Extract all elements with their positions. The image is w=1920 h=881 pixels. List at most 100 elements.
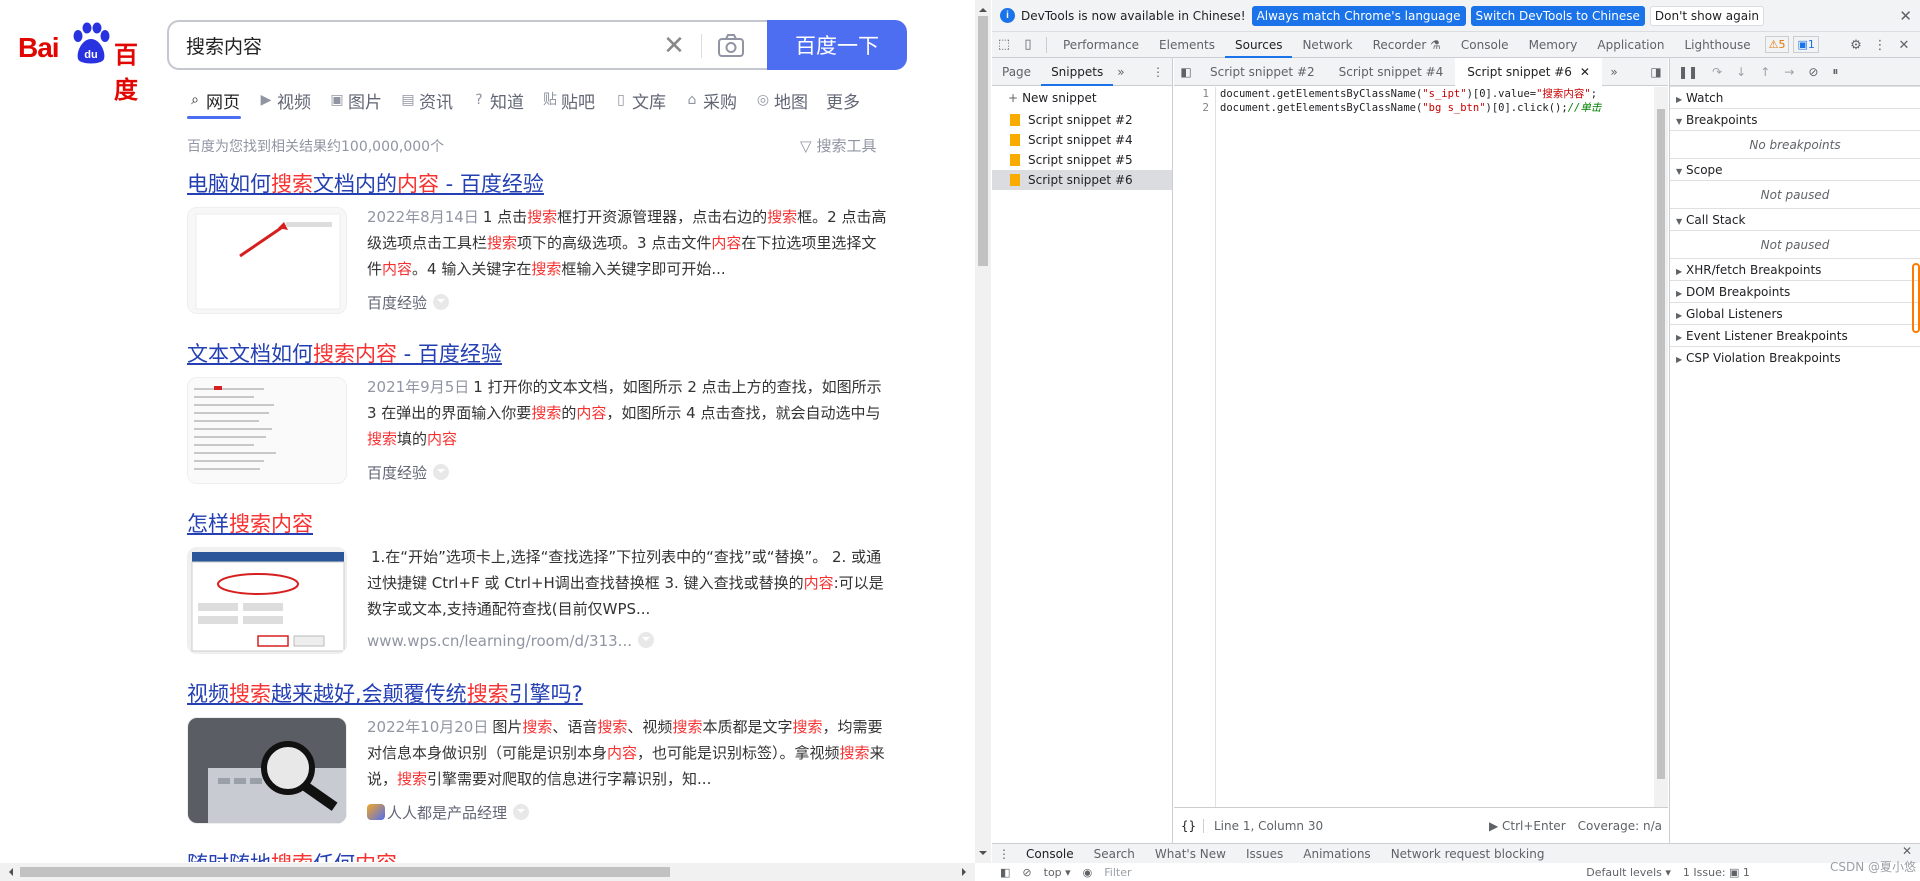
- scroll-right-icon[interactable]: [962, 868, 970, 876]
- editor-tab[interactable]: Script snippet #2: [1198, 58, 1327, 86]
- tab-lighthouse[interactable]: Lighthouse: [1674, 32, 1760, 58]
- eye-icon[interactable]: ◉: [1083, 866, 1093, 879]
- step-icon[interactable]: →: [1784, 65, 1794, 79]
- match-language-button[interactable]: Always match Chrome's language: [1251, 5, 1466, 26]
- close-icon[interactable]: ✕: [1899, 7, 1912, 25]
- tab-snippets[interactable]: Snippets: [1041, 58, 1114, 86]
- kebab-menu-icon[interactable]: ⋮: [1152, 65, 1164, 79]
- console-filter-input[interactable]: Filter: [1104, 866, 1574, 879]
- section-scope[interactable]: ▼ Scope: [1670, 158, 1920, 180]
- tab-recorder[interactable]: Recorder ⚗: [1363, 32, 1451, 58]
- search-input[interactable]: [186, 32, 626, 58]
- snippet-item[interactable]: Script snippet #6: [992, 170, 1172, 190]
- switch-chinese-button[interactable]: Switch DevTools to Chinese: [1470, 5, 1645, 26]
- tab-sources[interactable]: Sources: [1224, 32, 1293, 58]
- sidebar-scrollbar[interactable]: [1912, 263, 1920, 333]
- section-call-stack[interactable]: ▼ Call Stack: [1670, 208, 1920, 230]
- issues-badge[interactable]: ▣1: [1793, 36, 1819, 53]
- step-over-icon[interactable]: ↷: [1712, 65, 1722, 79]
- scrollbar-thumb[interactable]: [1657, 109, 1665, 779]
- baidu-logo[interactable]: Bai du 百度: [18, 22, 148, 104]
- section-csp-violation-breakpoints[interactable]: ▶ CSP Violation Breakpoints: [1670, 346, 1920, 368]
- clear-icon[interactable]: ✕: [660, 32, 688, 60]
- log-levels-select[interactable]: Default levels ▾: [1586, 866, 1671, 879]
- tab-page[interactable]: Page: [992, 58, 1041, 86]
- section-global-listeners[interactable]: ▶ Global Listeners: [1670, 302, 1920, 324]
- result-title[interactable]: 视频搜索越来越好,会颠覆传统搜索引擎吗?: [187, 678, 887, 708]
- result-source[interactable]: 百度经验: [367, 292, 450, 313]
- result-thumbnail[interactable]: [187, 377, 347, 484]
- search-button[interactable]: 百度一下: [767, 20, 907, 70]
- section-dom-breakpoints[interactable]: ▶ DOM Breakpoints: [1670, 280, 1920, 302]
- code-line[interactable]: document.getElementsByClassName("bg s_bt…: [1220, 101, 1601, 115]
- more-tabs-icon[interactable]: »: [1117, 65, 1124, 79]
- result-thumbnail[interactable]: [187, 207, 347, 314]
- gear-icon[interactable]: ⚙: [1844, 33, 1868, 57]
- editor-tab[interactable]: Script snippet #4: [1327, 58, 1456, 86]
- chevron-down-icon[interactable]: [638, 632, 654, 648]
- page-vertical-scrollbar[interactable]: [975, 0, 991, 863]
- tab-4[interactable]: ? 知道: [471, 86, 524, 114]
- section-event-listener-breakpoints[interactable]: ▶ Event Listener Breakpoints: [1670, 324, 1920, 346]
- chevron-down-icon[interactable]: [433, 294, 450, 310]
- result-title[interactable]: 文本文档如何搜索内容 - 百度经验: [187, 338, 887, 368]
- code-area[interactable]: 1 2 document.getElementsByClassName("s_i…: [1174, 87, 1668, 807]
- toggle-debugger-icon[interactable]: ◨: [1644, 65, 1668, 79]
- tab-6[interactable]: ▯ 文库: [613, 86, 666, 114]
- result-title-partial[interactable]: 随时随地搜索任何内容: [187, 848, 397, 862]
- toggle-navigator-icon[interactable]: ◧: [1174, 65, 1198, 79]
- snippet-item[interactable]: Script snippet #4: [992, 130, 1172, 150]
- warnings-badge[interactable]: ⚠5: [1764, 36, 1790, 53]
- issues-link[interactable]: 1 Issue: ▣ 1: [1683, 866, 1750, 879]
- tab-network[interactable]: Network: [1292, 32, 1362, 58]
- tab-application[interactable]: Application: [1587, 32, 1674, 58]
- snippet-item[interactable]: Script snippet #5: [992, 150, 1172, 170]
- tab-2[interactable]: ▣ 图片: [329, 86, 382, 114]
- sidebar-toggle-icon[interactable]: ◧: [1000, 866, 1010, 879]
- scroll-left-icon[interactable]: [5, 868, 13, 876]
- clear-console-icon[interactable]: ⊘: [1022, 866, 1031, 879]
- result-thumbnail[interactable]: [187, 547, 347, 654]
- tab-console[interactable]: Console: [1451, 32, 1519, 58]
- camera-icon[interactable]: [716, 32, 746, 60]
- drawer-tab-animations[interactable]: Animations: [1293, 847, 1380, 861]
- deactivate-breakpoints-icon[interactable]: ⊘: [1808, 65, 1818, 79]
- drawer-tab-network-request-blocking[interactable]: Network request blocking: [1381, 847, 1555, 861]
- drawer-tab-issues[interactable]: Issues: [1236, 847, 1293, 861]
- tab-1[interactable]: ▶ 视频: [258, 86, 311, 114]
- pretty-print-icon[interactable]: {}: [1174, 818, 1204, 833]
- scrollbar-thumb[interactable]: [20, 867, 670, 877]
- close-icon[interactable]: ✕: [1892, 33, 1916, 57]
- kebab-menu-icon[interactable]: ⋮: [1868, 33, 1892, 57]
- close-icon[interactable]: ✕: [1902, 844, 1912, 858]
- code-line[interactable]: document.getElementsByClassName("s_ipt")…: [1220, 87, 1601, 101]
- result-source[interactable]: 人人都是产品经理: [367, 802, 530, 823]
- code-lines[interactable]: document.getElementsByClassName("s_ipt")…: [1220, 87, 1601, 115]
- tab-9[interactable]: 更多: [826, 86, 860, 114]
- scrollbar-thumb[interactable]: [978, 16, 988, 266]
- drawer-tab-console[interactable]: Console: [1016, 847, 1084, 861]
- tab-performance[interactable]: Performance: [1053, 32, 1149, 58]
- section-xhr-fetch-breakpoints[interactable]: ▶ XHR/fetch Breakpoints: [1670, 258, 1920, 280]
- snippet-item[interactable]: Script snippet #2: [992, 110, 1172, 130]
- page-horizontal-scrollbar[interactable]: [0, 863, 975, 881]
- section-breakpoints[interactable]: ▼ Breakpoints: [1670, 108, 1920, 130]
- tab-5[interactable]: 贴贴吧: [542, 86, 595, 114]
- step-out-icon[interactable]: ↑: [1760, 65, 1770, 79]
- tab-3[interactable]: ▤ 资讯: [400, 86, 453, 114]
- section-watch[interactable]: ▶ Watch: [1670, 86, 1920, 108]
- result-source[interactable]: www.wps.cn/learning/room/d/313...: [367, 632, 654, 650]
- step-into-icon[interactable]: ↓: [1736, 65, 1746, 79]
- chevron-down-icon[interactable]: [513, 804, 530, 820]
- close-tab-icon[interactable]: ✕: [1580, 65, 1590, 79]
- pause-on-exceptions-icon[interactable]: ⏸: [1832, 64, 1838, 79]
- context-select[interactable]: top ▾: [1044, 866, 1071, 879]
- scroll-up-icon[interactable]: [979, 4, 987, 12]
- result-title[interactable]: 怎样搜索内容: [187, 508, 887, 538]
- tab-8[interactable]: ◎ 地图: [755, 86, 808, 114]
- chevron-down-icon[interactable]: [433, 464, 450, 480]
- dont-show-again-button[interactable]: Don't show again: [1649, 5, 1765, 26]
- drawer-tab-what-s-new[interactable]: What's New: [1145, 847, 1236, 861]
- search-tools-button[interactable]: ▽ 搜索工具: [800, 135, 877, 156]
- tab-memory[interactable]: Memory: [1519, 32, 1588, 58]
